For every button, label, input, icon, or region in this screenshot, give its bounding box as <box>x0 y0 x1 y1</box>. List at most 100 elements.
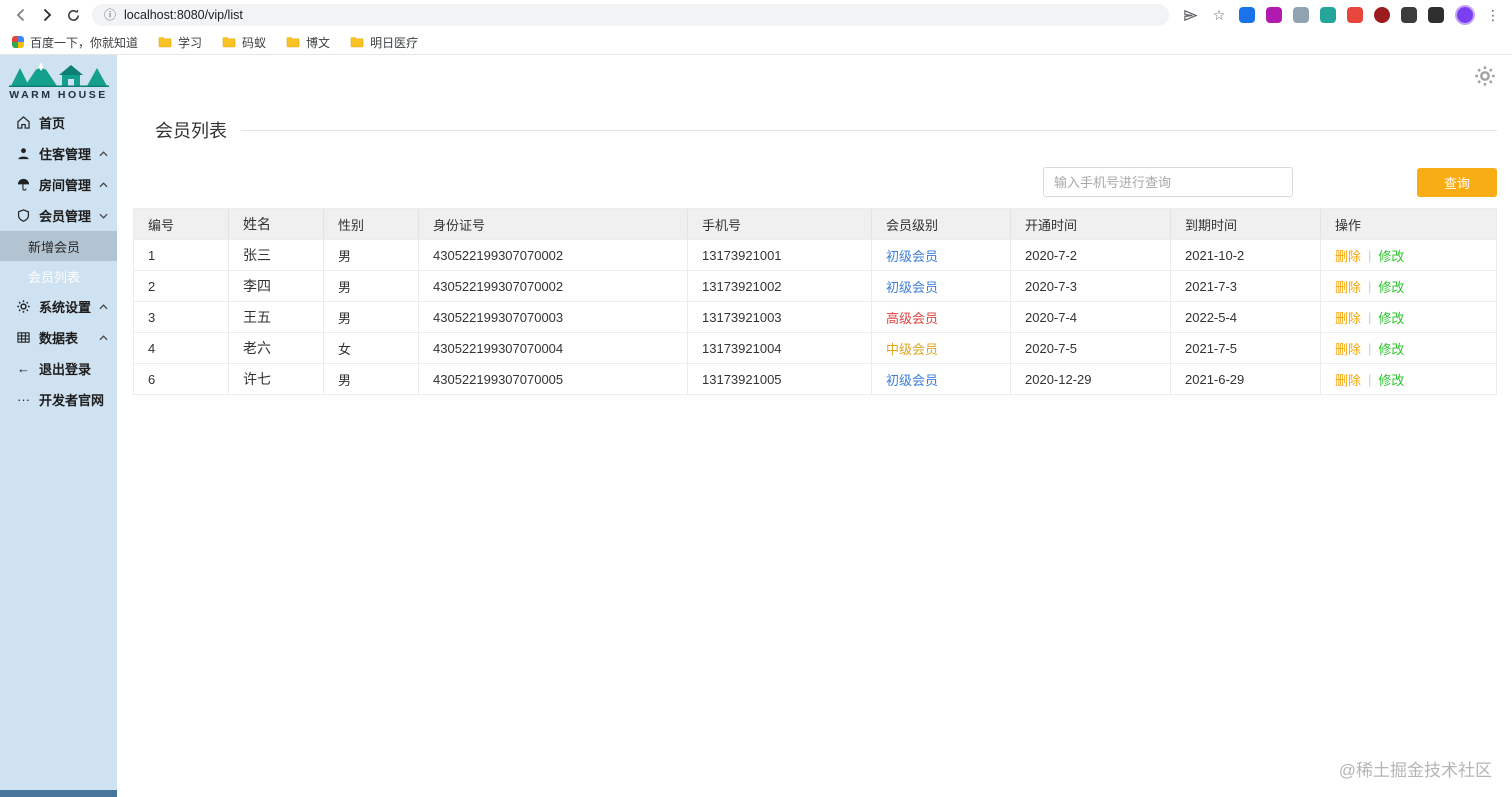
url-text[interactable]: localhost:8080/vip/list <box>124 8 243 22</box>
chevron-up-icon <box>99 334 108 341</box>
cell-start-date: 2020-7-5 <box>1011 333 1171 363</box>
query-button[interactable]: 查询 <box>1417 167 1497 197</box>
delete-link[interactable]: 删除 <box>1335 246 1361 265</box>
cell-name: 张三 <box>229 240 324 270</box>
sidebar-item-guest-mgmt[interactable]: 住客管理 <box>0 138 117 169</box>
cell-id: 6 <box>134 364 229 394</box>
logo-text: WARM HOUSE <box>9 89 108 101</box>
table-icon <box>16 331 31 344</box>
site-info-icon[interactable]: ⓘ <box>104 9 116 21</box>
extension-icon-3[interactable] <box>1293 7 1309 23</box>
extension-icon-2[interactable] <box>1266 7 1282 23</box>
sidebar-item-dev-site[interactable]: ··· 开发者官网 <box>0 384 117 415</box>
cell-level: 中级会员 <box>872 333 1011 363</box>
cell-id: 3 <box>134 302 229 332</box>
phone-search-input[interactable] <box>1043 167 1293 197</box>
folder-icon <box>222 37 236 48</box>
cell-gender: 男 <box>324 302 419 332</box>
folder-icon <box>350 37 364 48</box>
sidebar-toggle-icon[interactable] <box>1428 7 1444 23</box>
edit-link[interactable]: 修改 <box>1378 339 1404 358</box>
cell-level: 高级会员 <box>872 302 1011 332</box>
extension-icon-4[interactable] <box>1320 7 1336 23</box>
extension-icon-1[interactable] <box>1239 7 1255 23</box>
delete-link[interactable]: 删除 <box>1335 370 1361 389</box>
cell-end-date: 2021-7-3 <box>1171 271 1321 301</box>
col-header-gender: 性别 <box>324 209 419 239</box>
cell-name: 李四 <box>229 271 324 301</box>
sidebar-item-settings[interactable]: 系统设置 <box>0 291 117 322</box>
cell-id: 4 <box>134 333 229 363</box>
edit-link[interactable]: 修改 <box>1378 277 1404 296</box>
bookmark-label: 明日医疗 <box>370 35 419 50</box>
sidebar-item-vip-mgmt[interactable]: 会员管理 <box>0 200 117 231</box>
address-bar[interactable]: ⓘ localhost:8080/vip/list <box>92 4 1169 26</box>
gear-icon <box>16 300 31 313</box>
chevron-up-icon <box>99 150 108 157</box>
cell-idcard: 430522199307070004 <box>419 333 688 363</box>
bookmark-mayi[interactable]: 码蚁 <box>222 34 266 51</box>
sidebar-item-home[interactable]: 首页 <box>0 107 117 138</box>
share-icon[interactable] <box>1181 6 1199 24</box>
cell-start-date: 2020-7-4 <box>1011 302 1171 332</box>
chevron-up-icon <box>99 303 108 310</box>
sidebar-subitem-vip-add[interactable]: 新增会员 <box>0 231 117 261</box>
edit-link[interactable]: 修改 <box>1378 370 1404 389</box>
profile-avatar[interactable] <box>1455 5 1475 25</box>
cell-end-date: 2021-10-2 <box>1171 240 1321 270</box>
ellipsis-icon: ··· <box>17 392 30 407</box>
browser-toolbar: ⓘ localhost:8080/vip/list ☆ ⋮ <box>0 0 1512 30</box>
edit-link[interactable]: 修改 <box>1378 308 1404 327</box>
extension-icon-6[interactable] <box>1374 7 1390 23</box>
bookmark-xuexi[interactable]: 学习 <box>158 34 202 51</box>
cell-idcard: 430522199307070002 <box>419 240 688 270</box>
action-separator: | <box>1368 278 1372 294</box>
browser-menu-icon[interactable]: ⋮ <box>1486 7 1500 24</box>
cell-level: 初级会员 <box>872 240 1011 270</box>
sidebar-item-logout[interactable]: ← 退出登录 <box>0 353 117 384</box>
sidebar-item-room-mgmt[interactable]: 房间管理 <box>0 169 117 200</box>
cell-phone: 13173921001 <box>688 240 872 270</box>
table-row: 3 王五 男 430522199307070003 13173921003 高级… <box>134 301 1496 332</box>
cell-idcard: 430522199307070003 <box>419 302 688 332</box>
folder-icon <box>286 37 300 48</box>
juejin-watermark: @稀土掘金技术社区 <box>1338 761 1492 780</box>
edit-link[interactable]: 修改 <box>1378 246 1404 265</box>
col-header-level: 会员级别 <box>872 209 1011 239</box>
person-icon <box>16 147 31 160</box>
cell-gender: 女 <box>324 333 419 363</box>
col-header-end: 到期时间 <box>1171 209 1321 239</box>
cell-id: 1 <box>134 240 229 270</box>
cell-end-date: 2021-7-5 <box>1171 333 1321 363</box>
bookmark-label: 码蚁 <box>242 35 267 50</box>
cell-start-date: 2020-7-3 <box>1011 271 1171 301</box>
sidebar-scrollbar[interactable] <box>0 790 117 797</box>
settings-gear-icon[interactable] <box>1475 66 1495 86</box>
bookmark-bowen[interactable]: 博文 <box>286 34 330 51</box>
refresh-button[interactable] <box>60 2 86 28</box>
action-separator: | <box>1368 371 1372 387</box>
bookmark-mingri[interactable]: 明日医疗 <box>350 34 418 51</box>
extension-icon-5[interactable] <box>1347 7 1363 23</box>
cell-gender: 男 <box>324 364 419 394</box>
col-header-phone: 手机号 <box>688 209 872 239</box>
forward-button[interactable] <box>34 2 60 28</box>
bookmark-baidu[interactable]: 百度一下，你就知道 <box>12 34 138 51</box>
cell-actions: 删除 | 修改 <box>1321 364 1496 394</box>
bookmark-star-icon[interactable]: ☆ <box>1210 6 1228 24</box>
cell-phone: 13173921004 <box>688 333 872 363</box>
col-header-name: 姓名 <box>229 209 324 239</box>
sidebar-item-label: 开发者官网 <box>39 393 105 408</box>
delete-link[interactable]: 删除 <box>1335 339 1361 358</box>
delete-link[interactable]: 删除 <box>1335 277 1361 296</box>
sidebar-item-label: 会员管理 <box>39 209 92 224</box>
sidebar-item-label: 数据表 <box>39 331 79 346</box>
cell-actions: 删除 | 修改 <box>1321 240 1496 270</box>
sidebar-subitem-vip-list[interactable]: 会员列表 <box>0 261 117 291</box>
sidebar-item-data-tables[interactable]: 数据表 <box>0 322 117 353</box>
cell-end-date: 2022-5-4 <box>1171 302 1321 332</box>
cell-name: 老六 <box>229 333 324 363</box>
delete-link[interactable]: 删除 <box>1335 308 1361 327</box>
extensions-puzzle-icon[interactable] <box>1401 7 1417 23</box>
back-button[interactable] <box>8 2 34 28</box>
